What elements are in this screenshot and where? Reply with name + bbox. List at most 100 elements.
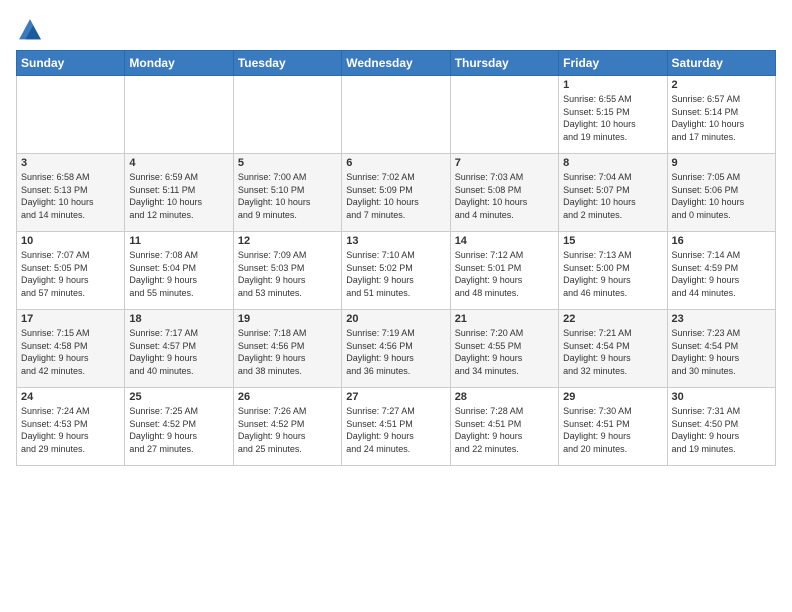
day-info: Sunrise: 7:19 AM Sunset: 4:56 PM Dayligh… [346, 327, 445, 377]
day-cell: 8 Sunrise: 7:04 AM Sunset: 5:07 PM Daylig… [559, 154, 667, 232]
day-number: 8 [563, 157, 662, 169]
week-row-3: 17 Sunrise: 7:15 AM Sunset: 4:58 PM Dayli… [17, 310, 776, 388]
day-cell: 27 Sunrise: 7:27 AM Sunset: 4:51 PM Dayli… [342, 388, 450, 466]
day-number: 18 [129, 313, 228, 325]
day-info: Sunrise: 7:15 AM Sunset: 4:58 PM Dayligh… [21, 327, 120, 377]
day-number: 2 [672, 79, 771, 91]
header-row: SundayMondayTuesdayWednesdayThursdayFrid… [17, 51, 776, 76]
day-number: 10 [21, 235, 120, 247]
day-number: 14 [455, 235, 554, 247]
day-number: 16 [672, 235, 771, 247]
header-cell-tuesday: Tuesday [233, 51, 341, 76]
day-number: 22 [563, 313, 662, 325]
day-number: 27 [346, 391, 445, 403]
day-info: Sunrise: 7:23 AM Sunset: 4:54 PM Dayligh… [672, 327, 771, 377]
week-row-0: 1Sunrise: 6:55 AM Sunset: 5:15 PM Daylig… [17, 76, 776, 154]
day-cell: 21Sunrise: 7:20 AM Sunset: 4:55 PM Dayli… [450, 310, 558, 388]
day-cell: 20 Sunrise: 7:19 AM Sunset: 4:56 PM Dayli… [342, 310, 450, 388]
header-cell-monday: Monday [125, 51, 233, 76]
day-number: 1 [563, 79, 662, 91]
day-cell [125, 76, 233, 154]
day-number: 17 [21, 313, 120, 325]
day-number: 9 [672, 157, 771, 169]
day-cell: 28 Sunrise: 7:28 AM Sunset: 4:51 PM Dayli… [450, 388, 558, 466]
day-cell: 14 Sunrise: 7:12 AM Sunset: 5:01 PM Dayli… [450, 232, 558, 310]
logo [16, 16, 48, 44]
day-cell [233, 76, 341, 154]
day-info: Sunrise: 7:18 AM Sunset: 4:56 PM Dayligh… [238, 327, 337, 377]
day-info: Sunrise: 7:09 AM Sunset: 5:03 PM Dayligh… [238, 249, 337, 299]
day-number: 28 [455, 391, 554, 403]
day-cell: 26 Sunrise: 7:26 AM Sunset: 4:52 PM Dayli… [233, 388, 341, 466]
week-row-2: 10 Sunrise: 7:07 AM Sunset: 5:05 PM Dayli… [17, 232, 776, 310]
day-cell: 15 Sunrise: 7:13 AM Sunset: 5:00 PM Dayli… [559, 232, 667, 310]
day-info: Sunrise: 7:31 AM Sunset: 4:50 PM Dayligh… [672, 405, 771, 455]
day-cell: 24 Sunrise: 7:24 AM Sunset: 4:53 PM Dayli… [17, 388, 125, 466]
day-number: 29 [563, 391, 662, 403]
header-cell-friday: Friday [559, 51, 667, 76]
day-info: Sunrise: 7:25 AM Sunset: 4:52 PM Dayligh… [129, 405, 228, 455]
day-number: 6 [346, 157, 445, 169]
day-number: 3 [21, 157, 120, 169]
day-info: Sunrise: 7:27 AM Sunset: 4:51 PM Dayligh… [346, 405, 445, 455]
day-info: Sunrise: 7:04 AM Sunset: 5:07 PM Dayligh… [563, 171, 662, 221]
day-info: Sunrise: 7:13 AM Sunset: 5:00 PM Dayligh… [563, 249, 662, 299]
calendar-table: SundayMondayTuesdayWednesdayThursdayFrid… [16, 50, 776, 466]
day-cell: 16Sunrise: 7:14 AM Sunset: 4:59 PM Dayli… [667, 232, 775, 310]
day-info: Sunrise: 7:10 AM Sunset: 5:02 PM Dayligh… [346, 249, 445, 299]
day-info: Sunrise: 7:07 AM Sunset: 5:05 PM Dayligh… [21, 249, 120, 299]
day-number: 13 [346, 235, 445, 247]
day-cell: 4 Sunrise: 6:59 AM Sunset: 5:11 PM Daylig… [125, 154, 233, 232]
day-number: 24 [21, 391, 120, 403]
day-cell: 12 Sunrise: 7:09 AM Sunset: 5:03 PM Dayli… [233, 232, 341, 310]
day-info: Sunrise: 6:59 AM Sunset: 5:11 PM Dayligh… [129, 171, 228, 221]
day-info: Sunrise: 7:02 AM Sunset: 5:09 PM Dayligh… [346, 171, 445, 221]
day-number: 30 [672, 391, 771, 403]
logo-icon [16, 16, 44, 44]
day-number: 11 [129, 235, 228, 247]
day-number: 12 [238, 235, 337, 247]
day-info: Sunrise: 7:30 AM Sunset: 4:51 PM Dayligh… [563, 405, 662, 455]
week-row-4: 24 Sunrise: 7:24 AM Sunset: 4:53 PM Dayli… [17, 388, 776, 466]
header-cell-wednesday: Wednesday [342, 51, 450, 76]
day-number: 25 [129, 391, 228, 403]
day-cell: 29 Sunrise: 7:30 AM Sunset: 4:51 PM Dayli… [559, 388, 667, 466]
day-cell: 19 Sunrise: 7:18 AM Sunset: 4:56 PM Dayli… [233, 310, 341, 388]
day-cell [342, 76, 450, 154]
day-info: Sunrise: 7:24 AM Sunset: 4:53 PM Dayligh… [21, 405, 120, 455]
day-cell: 11Sunrise: 7:08 AM Sunset: 5:04 PM Dayli… [125, 232, 233, 310]
day-cell: 25 Sunrise: 7:25 AM Sunset: 4:52 PM Dayli… [125, 388, 233, 466]
header-cell-sunday: Sunday [17, 51, 125, 76]
day-info: Sunrise: 7:28 AM Sunset: 4:51 PM Dayligh… [455, 405, 554, 455]
day-number: 19 [238, 313, 337, 325]
day-cell: 7Sunrise: 7:03 AM Sunset: 5:08 PM Daylig… [450, 154, 558, 232]
day-info: Sunrise: 7:12 AM Sunset: 5:01 PM Dayligh… [455, 249, 554, 299]
day-cell: 5Sunrise: 7:00 AM Sunset: 5:10 PM Daylig… [233, 154, 341, 232]
day-number: 26 [238, 391, 337, 403]
page-container: SundayMondayTuesdayWednesdayThursdayFrid… [0, 0, 792, 476]
day-number: 15 [563, 235, 662, 247]
day-cell: 13 Sunrise: 7:10 AM Sunset: 5:02 PM Dayli… [342, 232, 450, 310]
day-number: 7 [455, 157, 554, 169]
day-info: Sunrise: 6:58 AM Sunset: 5:13 PM Dayligh… [21, 171, 120, 221]
day-number: 21 [455, 313, 554, 325]
day-cell: 22Sunrise: 7:21 AM Sunset: 4:54 PM Dayli… [559, 310, 667, 388]
day-number: 4 [129, 157, 228, 169]
day-cell: 1Sunrise: 6:55 AM Sunset: 5:15 PM Daylig… [559, 76, 667, 154]
day-cell [17, 76, 125, 154]
day-cell: 23 Sunrise: 7:23 AM Sunset: 4:54 PM Dayli… [667, 310, 775, 388]
day-cell: 10 Sunrise: 7:07 AM Sunset: 5:05 PM Dayli… [17, 232, 125, 310]
day-cell: 17 Sunrise: 7:15 AM Sunset: 4:58 PM Dayli… [17, 310, 125, 388]
day-cell: 2 Sunrise: 6:57 AM Sunset: 5:14 PM Daylig… [667, 76, 775, 154]
day-cell [450, 76, 558, 154]
day-info: Sunrise: 7:00 AM Sunset: 5:10 PM Dayligh… [238, 171, 337, 221]
day-cell: 6 Sunrise: 7:02 AM Sunset: 5:09 PM Daylig… [342, 154, 450, 232]
header-cell-thursday: Thursday [450, 51, 558, 76]
day-info: Sunrise: 7:17 AM Sunset: 4:57 PM Dayligh… [129, 327, 228, 377]
day-cell: 3 Sunrise: 6:58 AM Sunset: 5:13 PM Daylig… [17, 154, 125, 232]
day-number: 23 [672, 313, 771, 325]
day-info: Sunrise: 6:57 AM Sunset: 5:14 PM Dayligh… [672, 93, 771, 143]
week-row-1: 3 Sunrise: 6:58 AM Sunset: 5:13 PM Daylig… [17, 154, 776, 232]
day-number: 20 [346, 313, 445, 325]
day-info: Sunrise: 7:26 AM Sunset: 4:52 PM Dayligh… [238, 405, 337, 455]
